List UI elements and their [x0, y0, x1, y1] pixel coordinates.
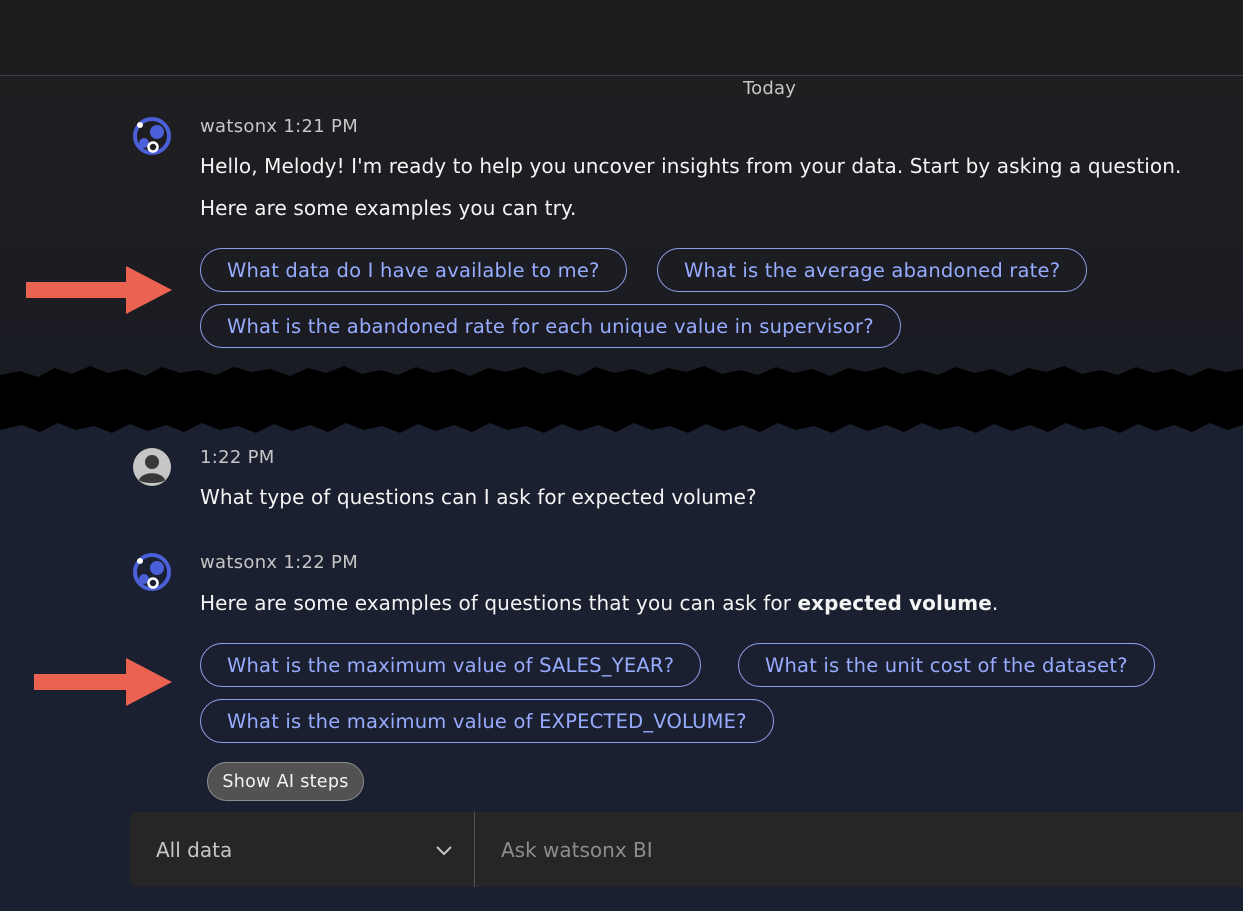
chevron-down-icon: [436, 846, 452, 856]
message-meta: watsonx 1:22 PM: [200, 552, 358, 573]
ask-input[interactable]: [475, 812, 1243, 887]
message-time: 1:22 PM: [283, 552, 359, 573]
chat-input-bar: All data: [130, 812, 1243, 887]
arrow-right-icon: [34, 658, 172, 706]
message-text-end: .: [991, 591, 999, 615]
arrow-right-icon: [26, 266, 172, 314]
message-text: Hello, Melody! I'm ready to help you unc…: [200, 154, 1182, 178]
suggestion-chip[interactable]: What is the average abandoned rate?: [657, 248, 1088, 292]
suggestion-chip[interactable]: What is the abandoned rate for each uniq…: [200, 304, 901, 348]
message-time: 1:21 PM: [283, 116, 359, 137]
sender-name: watsonx: [200, 552, 278, 573]
suggestion-chip[interactable]: What is the unit cost of the dataset?: [738, 643, 1155, 687]
user-message-text: What type of questions can I ask for exp…: [200, 485, 757, 509]
suggestion-chip[interactable]: What is the maximum value of EXPECTED_VO…: [200, 699, 774, 743]
message-text: Here are some examples of questions that…: [200, 591, 998, 615]
user-avatar-icon: [133, 448, 171, 486]
show-ai-steps-button[interactable]: Show AI steps: [207, 762, 364, 801]
message-text-part: Here are some examples of questions that…: [200, 591, 798, 615]
dataset-select[interactable]: All data: [130, 812, 474, 887]
suggestion-chip[interactable]: What is the maximum value of SALES_YEAR?: [200, 643, 702, 687]
top-bar: [0, 0, 1243, 76]
message-text: Here are some examples you can try.: [200, 196, 577, 220]
date-divider: Today: [743, 78, 797, 99]
message-meta: watsonx 1:21 PM: [200, 116, 358, 137]
sender-name: watsonx: [200, 116, 278, 137]
watsonx-logo-icon: [133, 117, 171, 155]
watsonx-logo-icon: [133, 553, 171, 591]
message-time: 1:22 PM: [200, 447, 275, 468]
dataset-select-value: All data: [156, 837, 233, 862]
message-text-bold: expected volume: [797, 591, 992, 615]
suggestion-chip[interactable]: What data do I have available to me?: [200, 248, 627, 292]
torn-edge-divider: [0, 366, 1243, 433]
